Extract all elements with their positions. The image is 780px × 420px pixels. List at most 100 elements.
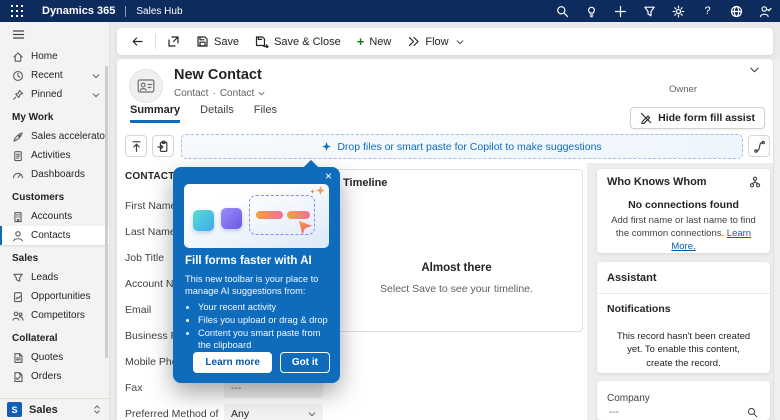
area-initial-badge: S [7, 402, 22, 417]
sidebar-item-orders[interactable]: Orders [0, 367, 109, 386]
cursor-icon [298, 220, 314, 236]
chart-doc-icon [12, 291, 24, 303]
chevron-down-icon [308, 410, 316, 418]
connections-button[interactable] [748, 135, 770, 157]
sidebar-group-collateral: Collateral [12, 333, 58, 344]
command-divider [155, 34, 156, 49]
user-icon[interactable] [751, 0, 780, 22]
collapse-header-chevron-icon[interactable] [749, 64, 760, 75]
sitemap-sidebar: Home Recent Pinned My Work Sales acceler… [0, 22, 110, 420]
org-chart-icon[interactable] [749, 176, 761, 188]
expand-button[interactable] [159, 31, 188, 52]
sidebar-group-customers: Customers [12, 192, 65, 203]
timeline-empty-state: Almost there Select Save to see your tim… [380, 262, 533, 295]
popup-title: Fill forms faster with AI [185, 255, 312, 267]
command-bar: Save Save & Close + New Flow [117, 28, 773, 55]
sidebar-item-opportunities[interactable]: Opportunities [0, 287, 109, 306]
page-scrollbar[interactable] [774, 59, 780, 420]
new-button[interactable]: + New [349, 31, 400, 52]
close-icon[interactable]: × [325, 170, 332, 182]
product-title[interactable]: Dynamics 365 [42, 5, 115, 17]
contact-avatar [129, 69, 163, 103]
top-navigation-bar: Dynamics 365 Sales Hub ? [0, 0, 780, 22]
sidebar-item-leads[interactable]: Leads [0, 268, 109, 287]
pen-off-icon [640, 112, 652, 124]
popup-bullet: Your recent activity [198, 301, 331, 313]
company-lookup-input[interactable]: --- [607, 404, 760, 420]
sidebar-item-dashboards[interactable]: Dashboards [0, 165, 109, 184]
chevron-down-icon[interactable] [258, 90, 265, 97]
home-icon [12, 51, 24, 63]
upload-file-button[interactable] [125, 135, 147, 157]
illustration-pill [287, 211, 310, 219]
tab-details[interactable]: Details [200, 104, 234, 123]
popup-body: This new toolbar is your place to manage… [185, 273, 331, 352]
topbar-actions: ? [548, 0, 780, 22]
sidebar-item-quotes[interactable]: Quotes [0, 348, 109, 367]
globe-icon[interactable] [722, 0, 751, 22]
copilot-dropzone[interactable]: Drop files or smart paste for Copilot to… [181, 134, 743, 159]
hide-form-fill-assist-button[interactable]: Hide form fill assist [630, 107, 765, 129]
sidebar-group-my-work: My Work [12, 112, 54, 123]
sidebar-item-sales-accelerator[interactable]: Sales accelerator [0, 127, 109, 146]
illustration-dropzone [249, 195, 315, 235]
waffle-icon[interactable] [0, 0, 34, 22]
updown-chevron-icon [92, 404, 102, 415]
sidebar-group-sales: Sales [12, 253, 39, 264]
popup-illustration [184, 184, 329, 248]
timeline-panel: Timeline Almost there Select Save to see… [330, 169, 583, 332]
clipboard-paste-icon [156, 140, 170, 153]
sidebar-item-home[interactable]: Home [0, 47, 109, 66]
sidebar-item-pinned[interactable]: Pinned [0, 85, 109, 104]
got-it-button[interactable]: Got it [279, 352, 330, 373]
form-tabs: Summary Details Files [130, 104, 277, 123]
chevron-down-icon[interactable] [92, 72, 100, 80]
sidebar-item-accounts[interactable]: Accounts [0, 207, 109, 226]
no-connections-text: No connections found [628, 199, 739, 211]
filter-icon[interactable] [635, 0, 664, 22]
sidebar-item-contacts[interactable]: Contacts [0, 226, 109, 245]
save-button[interactable]: Save [188, 31, 247, 52]
accelerator-icon [12, 131, 24, 143]
record-subtitle: Contact · Contact [174, 88, 265, 99]
popup-intro: This new toolbar is your place to manage… [185, 274, 319, 297]
sparkle-icon [310, 186, 325, 195]
search-icon[interactable] [548, 0, 577, 22]
people-icon [12, 310, 24, 322]
help-icon[interactable]: ? [693, 0, 722, 22]
owner-field-label: Owner [669, 84, 697, 95]
assistant-divider [597, 293, 770, 294]
back-button[interactable] [123, 31, 152, 52]
hamburger-menu-icon[interactable] [0, 22, 109, 47]
tab-files[interactable]: Files [254, 104, 277, 123]
topbar-divider [125, 5, 127, 17]
company-panel: Company --- [597, 381, 770, 420]
chevron-down-icon[interactable] [92, 91, 100, 99]
connector-icon [753, 140, 766, 153]
copilot-teaching-popup: × Fill forms faster with AI This new too… [173, 167, 340, 383]
company-field-label: Company [607, 393, 650, 404]
building-icon [12, 211, 24, 223]
save-and-close-button[interactable]: Save & Close [247, 31, 349, 52]
funnel-icon [12, 272, 24, 284]
lightbulb-icon[interactable] [577, 0, 606, 22]
add-icon[interactable] [606, 0, 635, 22]
form-selector[interactable]: Contact [220, 88, 254, 99]
field-preferred-method: Preferred Method of Any [125, 401, 323, 420]
settings-icon[interactable] [664, 0, 693, 22]
tab-summary[interactable]: Summary [130, 104, 181, 123]
learn-more-button[interactable]: Learn more [193, 352, 272, 373]
who-knows-whom-title: Who Knows Whom [607, 176, 707, 188]
sidebar-scrollbar[interactable] [105, 66, 108, 358]
sidebar-item-recent[interactable]: Recent [0, 66, 109, 85]
sidebar-item-activities[interactable]: Activities [0, 146, 109, 165]
chevron-down-icon [456, 38, 464, 46]
flow-button[interactable]: Flow [399, 31, 471, 52]
timeline-title: Timeline [343, 177, 388, 189]
area-switcher[interactable]: S Sales [0, 398, 109, 420]
smart-paste-button[interactable] [152, 135, 174, 157]
page-title: New Contact [174, 67, 262, 83]
sidebar-item-competitors[interactable]: Competitors [0, 306, 109, 325]
preferred-method-select[interactable]: Any [224, 404, 323, 420]
app-name[interactable]: Sales Hub [136, 6, 182, 17]
